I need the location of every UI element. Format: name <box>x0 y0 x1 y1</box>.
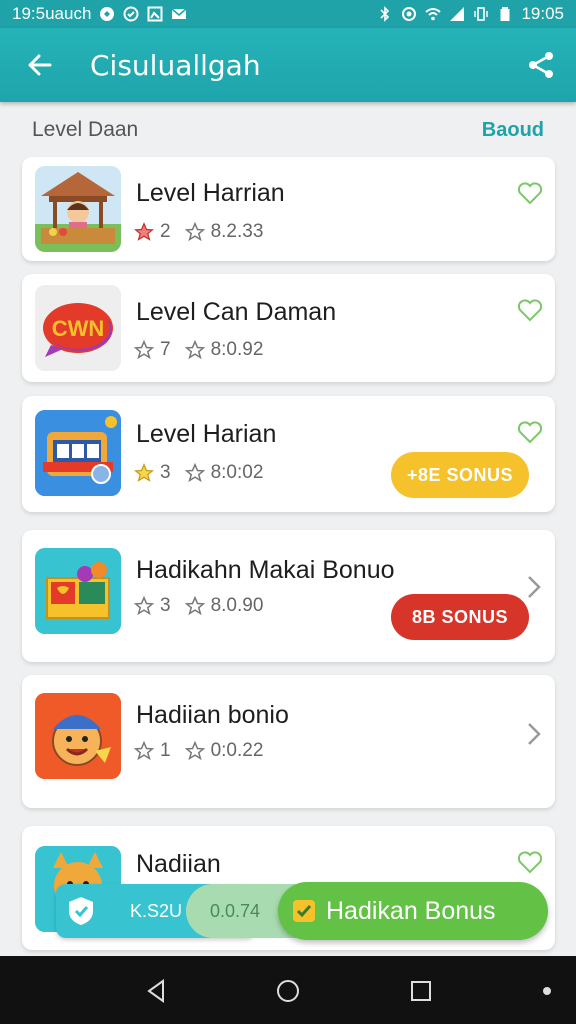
nav-back-icon[interactable] <box>143 978 169 1004</box>
list-item[interactable]: Hadiian bonio 1 0:0.22 <box>22 675 555 808</box>
item-name: Hadiian bonio <box>136 701 289 729</box>
section-header: Level Daan Baoud <box>32 112 544 148</box>
heart-icon[interactable] <box>517 181 543 205</box>
nav-home-icon[interactable] <box>275 978 301 1004</box>
item-meta: 7 8:0.92 <box>134 339 263 361</box>
share-icon <box>529 52 553 78</box>
chevron-right-icon[interactable] <box>525 574 543 600</box>
shield-status-icon <box>123 6 139 22</box>
item-value: 8:0.92 <box>210 339 264 360</box>
list-item[interactable]: Hadikahn Makai Bonuo 3 8.0.90 8B SONUS <box>22 530 555 662</box>
wifi-icon <box>425 8 442 21</box>
cwn-logo-icon: CWN <box>35 285 121 371</box>
hadikan-bonus-button[interactable]: Hadikan Bonus <box>278 882 548 940</box>
item-meta: 2 8.2.33 <box>134 221 263 243</box>
item-stars: 2 <box>160 221 171 242</box>
bonus-badge[interactable]: +8E SONUS <box>391 452 529 498</box>
heart-icon[interactable] <box>517 420 543 444</box>
location-icon <box>402 7 417 21</box>
item-name: Hadikahn Makai Bonuo <box>136 556 395 584</box>
star-filled-icon <box>134 222 154 241</box>
heart-icon[interactable] <box>517 850 543 874</box>
nav-dot-icon <box>543 987 551 995</box>
status-time-right: 19:05 <box>521 4 564 23</box>
star-filled-icon <box>134 463 154 482</box>
item-name: Nadiian <box>136 850 221 878</box>
item-name: Level Harrian <box>136 179 285 207</box>
item-thumbnail <box>35 166 121 252</box>
star-outline-icon <box>184 596 205 616</box>
section-title: Level Daan <box>32 118 139 141</box>
share-button[interactable] <box>524 48 558 82</box>
item-value: 0:0.22 <box>210 740 264 761</box>
character-face-icon <box>35 693 121 779</box>
page-title: Cisuluallgah <box>90 48 261 82</box>
star-outline-icon <box>184 463 205 483</box>
star-outline-icon <box>134 596 154 616</box>
star-outline-icon <box>134 340 154 360</box>
image-status-icon <box>147 6 163 22</box>
system-nav-bar <box>0 956 576 1024</box>
cwn-logo-text: CWN <box>52 316 105 341</box>
signal-icon <box>450 7 465 21</box>
item-value: 8.2.33 <box>210 221 264 242</box>
item-thumbnail <box>35 410 121 496</box>
back-button[interactable] <box>22 47 58 83</box>
arrow-back-icon <box>28 54 52 76</box>
item-thumbnail <box>35 548 121 634</box>
item-meta: 3 8.0.90 <box>134 595 263 617</box>
heart-icon[interactable] <box>517 298 543 322</box>
item-meta: 1 0:0.22 <box>134 740 263 762</box>
list-item[interactable]: Level Harian 3 8:0:02 +8E SONUS <box>22 396 555 512</box>
status-time-left: 19:5uauch <box>12 4 92 23</box>
item-thumbnail: CWN <box>35 285 121 371</box>
star-outline-icon <box>184 340 205 360</box>
chevron-right-icon[interactable] <box>525 721 543 747</box>
shield-icon <box>69 897 93 925</box>
item-stars: 7 <box>160 339 171 360</box>
battery-icon <box>500 7 510 21</box>
gift-box-icon <box>35 548 121 634</box>
status-bar: 19:5uauch 19:05 <box>0 0 576 28</box>
nav-recents-icon[interactable] <box>408 978 434 1004</box>
list-item[interactable]: CWN Level Can Daman 7 8:0.92 <box>22 274 555 382</box>
slot-machine-icon <box>35 410 121 496</box>
item-value: 8:0:02 <box>210 462 264 483</box>
list-item[interactable]: Level Harrian 2 8.2.33 <box>22 157 555 261</box>
vibrate-icon <box>474 7 489 21</box>
star-outline-icon <box>134 741 154 761</box>
item-name: Level Can Daman <box>136 298 337 326</box>
notification-icon <box>100 7 115 21</box>
checkbox-icon <box>293 900 315 922</box>
floating-mid-label: 0.0.74 <box>210 900 261 921</box>
floating-blue-label: K.S2U <box>130 900 183 921</box>
hadikan-bonus-label: Hadikan Bonus <box>326 896 496 925</box>
item-stars: 1 <box>160 740 171 761</box>
bluetooth-icon <box>380 6 390 22</box>
item-value: 8.0.90 <box>210 595 264 616</box>
star-outline-icon <box>184 222 205 242</box>
item-meta: 3 8:0:02 <box>134 462 263 484</box>
item-thumbnail <box>35 693 121 779</box>
app-bar: Cisuluallgah <box>0 28 576 102</box>
item-stars: 3 <box>160 462 171 483</box>
kiosk-character-icon <box>35 166 121 252</box>
item-name: Level Harian <box>136 420 277 448</box>
item-stars: 3 <box>160 595 171 616</box>
section-action-link[interactable]: Baoud <box>482 119 544 142</box>
star-outline-icon <box>184 741 205 761</box>
bonus-badge[interactable]: 8B SONUS <box>391 594 529 640</box>
mail-status-icon <box>171 8 187 19</box>
